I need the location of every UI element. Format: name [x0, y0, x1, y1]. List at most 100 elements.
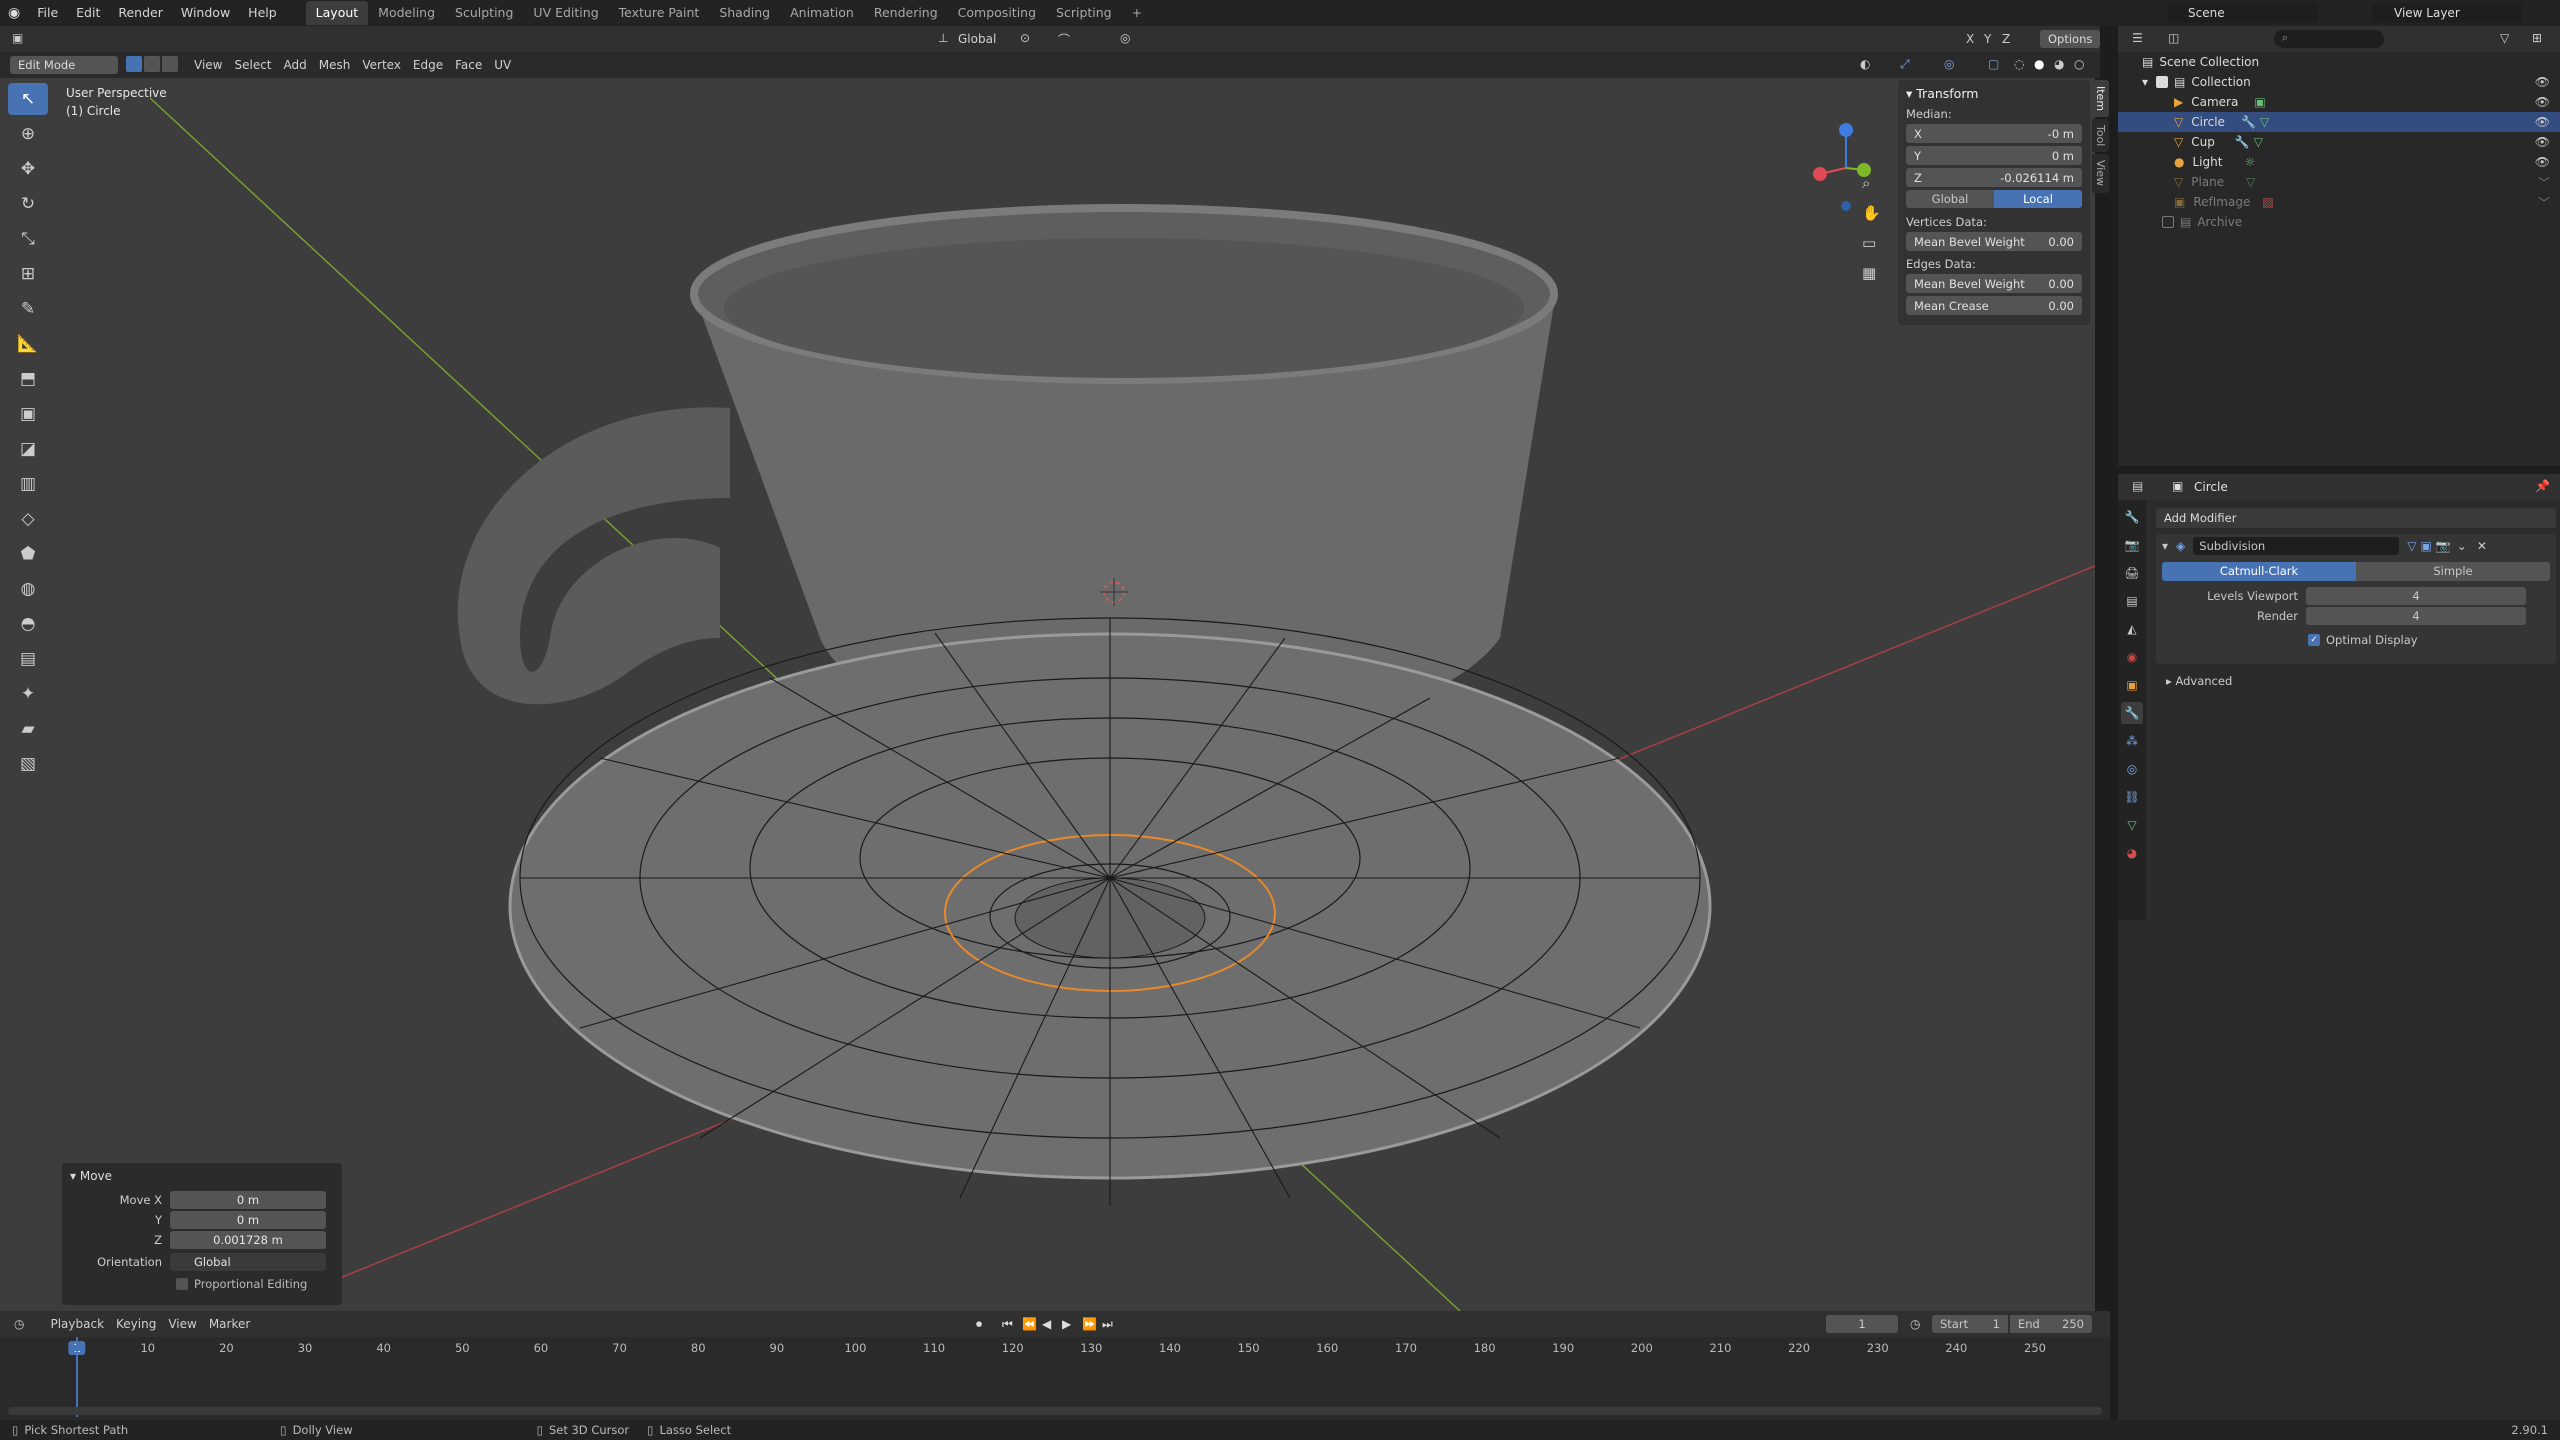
transform-tool-icon[interactable]: ⊞	[8, 258, 48, 290]
tab-scripting[interactable]: Scripting	[1046, 1, 1122, 25]
menu-vertex[interactable]: Vertex	[356, 52, 407, 78]
optimal-display-checkbox[interactable]: ✓	[2308, 634, 2320, 646]
3d-viewport[interactable]: User Perspective (1) Circle ⌕ ✋ ▭ ▦	[0, 78, 2095, 1311]
poly-build-tool-icon[interactable]: ⬟	[8, 538, 48, 570]
jump-keyframe-forward-icon[interactable]: ⏩	[1082, 1317, 1097, 1331]
menu-select[interactable]: Select	[228, 52, 277, 78]
tab-modeling[interactable]: Modeling	[368, 1, 445, 25]
record-icon[interactable]: ⏺	[976, 1317, 982, 1332]
end-frame-field[interactable]: End 250	[2010, 1315, 2092, 1333]
ortho-toggle-icon[interactable]: ▦	[1862, 264, 1876, 282]
timeline-scrollbar[interactable]	[8, 1407, 2102, 1415]
menu-view[interactable]: View	[188, 52, 228, 78]
outliner-item-archive[interactable]: ▤ Archive	[2118, 212, 2560, 232]
start-frame-field[interactable]: Start 1	[1932, 1315, 2008, 1333]
vertex-select-icon[interactable]	[126, 56, 142, 72]
solid-shading-icon[interactable]: ●	[2034, 57, 2044, 71]
move-y-field[interactable]: 0 m	[170, 1210, 326, 1229]
annotate-tool-icon[interactable]: ✎	[8, 293, 48, 325]
face-select-icon[interactable]	[162, 56, 178, 72]
loop-cut-tool-icon[interactable]: ▥	[8, 468, 48, 500]
rotate-tool-icon[interactable]: ↻	[8, 188, 48, 220]
advanced-subpanel[interactable]: ▸ Advanced	[2166, 674, 2232, 688]
global-toggle[interactable]: Global	[1906, 190, 1994, 208]
rendered-shading-icon[interactable]: ○	[2074, 57, 2084, 71]
cursor-tool-icon[interactable]: ⊕	[8, 118, 48, 150]
menu-help[interactable]: Help	[239, 0, 286, 26]
tab-item[interactable]: Item	[2092, 80, 2109, 118]
simple-button[interactable]: Simple	[2356, 562, 2550, 581]
eye-hidden-icon[interactable]: ﹀	[2538, 174, 2550, 191]
move-tool-icon[interactable]: ✥	[8, 153, 48, 185]
outliner-item-cup[interactable]: ▽ Cup 🔧 ▽ 👁	[2118, 132, 2560, 152]
outliner-editor-icon[interactable]: ☰	[2132, 31, 2143, 45]
mode-dropdown[interactable]: Edit Mode	[10, 56, 118, 74]
tool-properties-icon[interactable]: 🔧	[2121, 506, 2143, 528]
editor-type-icon[interactable]: ▣	[12, 31, 23, 45]
menu-face[interactable]: Face	[449, 52, 488, 78]
new-collection-icon[interactable]: ⊞	[2532, 31, 2542, 45]
orientation-select[interactable]: Global	[170, 1252, 326, 1271]
xray-toggle-icon[interactable]: ▢	[1988, 57, 1999, 71]
scene-collection-row[interactable]: ▤ Scene Collection	[2118, 52, 2560, 72]
menu-marker[interactable]: Marker	[203, 1311, 256, 1337]
render-properties-icon[interactable]: 📷	[2121, 534, 2143, 556]
preview-range-icon[interactable]: ◷	[1910, 1317, 1920, 1331]
gizmo-toggle-icon[interactable]: ⤢	[1900, 57, 1910, 72]
local-toggle[interactable]: Local	[1994, 190, 2082, 208]
menu-edit[interactable]: Edit	[67, 0, 109, 26]
mean-crease-field[interactable]: Mean Crease 0.00	[1906, 296, 2082, 315]
inset-tool-icon[interactable]: ▣	[8, 398, 48, 430]
tab-shading[interactable]: Shading	[709, 1, 780, 25]
menu-timeline-view[interactable]: View	[162, 1311, 202, 1337]
edit-mode-toggle-icon[interactable]: ▽	[2407, 539, 2416, 553]
expand-collection-icon[interactable]: ▾	[2142, 75, 2148, 89]
smooth-tool-icon[interactable]: ◓	[8, 608, 48, 640]
spin-tool-icon[interactable]: ◍	[8, 573, 48, 605]
output-properties-icon[interactable]: 🖨	[2121, 562, 2143, 584]
mirror-y[interactable]: Y	[1984, 32, 1991, 46]
remove-modifier-icon[interactable]: ✕	[2477, 539, 2487, 553]
tab-uv-editing[interactable]: UV Editing	[523, 1, 608, 25]
vertex-bevel-weight-field[interactable]: Mean Bevel Weight 0.00	[1906, 232, 2082, 251]
move-panel-header[interactable]: ▾ Move	[62, 1163, 342, 1189]
mirror-x[interactable]: X	[1966, 32, 1974, 46]
frame-ruler[interactable]: 1102030405060708090100110120130140150160…	[0, 1337, 2110, 1359]
modifier-menu-icon[interactable]: ⌄	[2457, 539, 2467, 553]
menu-render[interactable]: Render	[109, 0, 172, 26]
move-z-field[interactable]: 0.001728 m	[170, 1230, 326, 1249]
scene-selector[interactable]: Scene	[2168, 3, 2318, 23]
tab-view[interactable]: View	[2092, 154, 2109, 193]
collapse-modifier-icon[interactable]: ▾	[2162, 539, 2168, 553]
rip-tool-icon[interactable]: ▧	[8, 748, 48, 780]
proportional-icon[interactable]: ◎	[1120, 31, 1130, 45]
blender-logo-icon[interactable]: ◉	[0, 5, 28, 21]
display-mode-icon[interactable]: ◫	[2168, 31, 2179, 45]
pivot-icon[interactable]: ⊙	[1020, 31, 1030, 45]
modifier-name-input[interactable]: Subdivision	[2193, 537, 2400, 555]
median-z-field[interactable]: Z -0.026114 m	[1906, 168, 2082, 187]
current-frame-field[interactable]: 1	[1826, 1315, 1898, 1333]
edge-select-icon[interactable]	[144, 56, 160, 72]
eye-hidden-icon[interactable]: ﹀	[2538, 194, 2550, 211]
bevel-tool-icon[interactable]: ◪	[8, 433, 48, 465]
add-workspace-button[interactable]: +	[1122, 1, 1152, 25]
view-layer-selector[interactable]: View Layer	[2372, 3, 2522, 23]
overlay-toggle-icon[interactable]: ◎	[1944, 57, 1954, 71]
move-x-field[interactable]: 0 m	[170, 1190, 326, 1209]
tab-rendering[interactable]: Rendering	[864, 1, 948, 25]
wireframe-shading-icon[interactable]: ◌	[2014, 57, 2024, 71]
menu-file[interactable]: File	[28, 0, 67, 26]
object-properties-icon[interactable]: ▣	[2121, 674, 2143, 696]
visibility-icon[interactable]: ◐	[1860, 57, 1870, 71]
play-icon[interactable]: ▶	[1062, 1317, 1071, 1331]
extrude-tool-icon[interactable]: ⬒	[8, 363, 48, 395]
tab-sculpting[interactable]: Sculpting	[445, 1, 523, 25]
levels-viewport-field[interactable]: 4	[2306, 587, 2526, 605]
knife-tool-icon[interactable]: ◇	[8, 503, 48, 535]
material-shading-icon[interactable]: ◕	[2054, 57, 2064, 71]
tab-animation[interactable]: Animation	[780, 1, 864, 25]
archive-checkbox[interactable]	[2162, 216, 2174, 228]
transform-header[interactable]: ▾ Transform	[1898, 80, 2090, 104]
constraints-properties-icon[interactable]: ⛓	[2121, 786, 2143, 808]
